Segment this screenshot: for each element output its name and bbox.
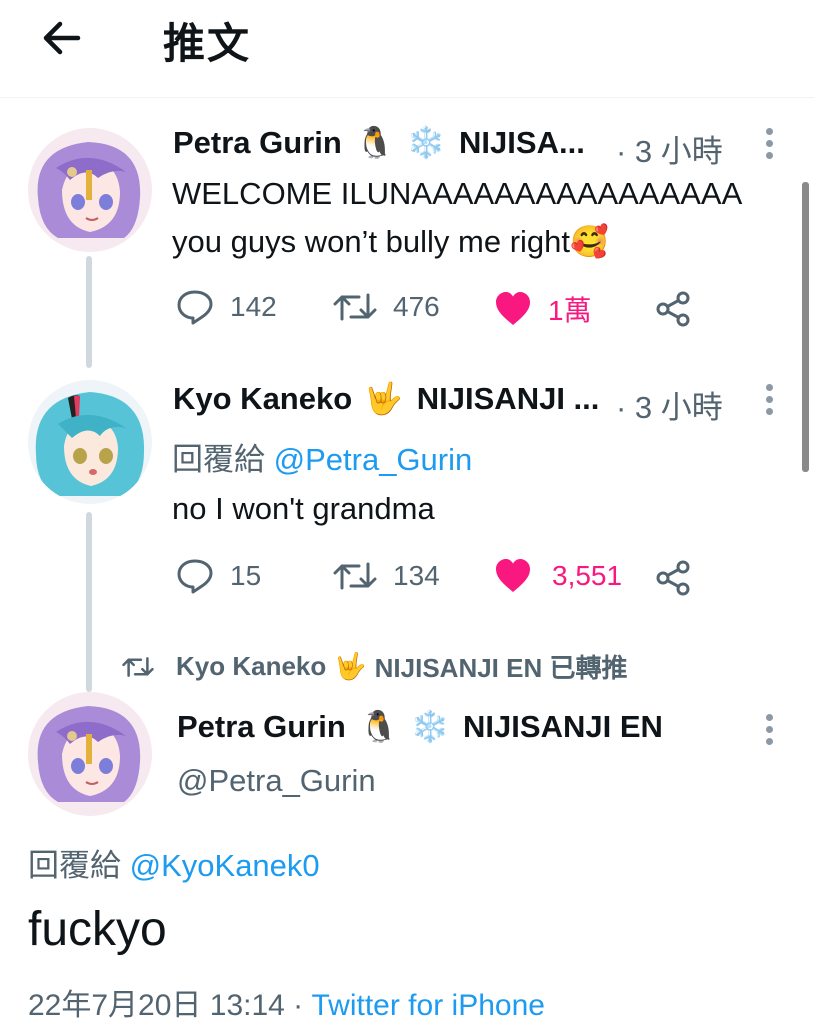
like-button[interactable]: 3,551 <box>494 558 622 594</box>
rock-hand-emoji: 🤟 <box>334 651 367 681</box>
snowflake-emoji: ❄️ <box>410 709 450 744</box>
tweet-time[interactable]: · 3 小時 <box>616 126 723 171</box>
more-options-icon[interactable] <box>764 384 774 418</box>
author-org: NIJISANJI EN <box>463 708 663 744</box>
tweet-text-line: you guys won’t bully me right🥰 <box>172 224 609 259</box>
back-arrow-icon[interactable] <box>38 16 86 60</box>
more-options-icon[interactable] <box>764 714 774 748</box>
like-button[interactable]: 1萬 <box>494 289 592 329</box>
tweet-body: fuckyo <box>28 903 167 956</box>
reply-to-handle[interactable]: @Petra_Gurin <box>274 442 473 477</box>
top-bar: 推文 <box>0 0 814 98</box>
page-title: 推文 <box>163 20 252 67</box>
author-name[interactable]: Petra Gurin <box>177 709 346 745</box>
snowflake-emoji: ❄️ <box>406 125 446 160</box>
reply-to: 回覆給 @Petra_Gurin <box>172 434 472 479</box>
reply-count: 142 <box>230 291 277 322</box>
avatar[interactable] <box>28 128 152 252</box>
retweeter-name: Kyo Kaneko <box>176 651 327 681</box>
thread-line <box>86 512 92 692</box>
heart-icon <box>496 292 530 325</box>
tweet-author[interactable]: Kyo Kaneko 🤟 NIJISANJI ... <box>173 380 599 417</box>
reply-icon <box>177 559 213 594</box>
thread-line <box>86 256 92 368</box>
author-org: NIJISANJI ... <box>416 380 600 416</box>
avatar[interactable] <box>28 380 152 504</box>
reply-count: 15 <box>230 560 262 591</box>
share-icon <box>656 291 690 327</box>
reply-to: 回覆給 @KyoKanek0 <box>28 840 320 885</box>
tweet-text-line: WELCOME ILUNAAAAAAAAAAAAAAAA <box>172 176 743 211</box>
tweet-meta: 22年7月20日 13:14 · Twitter for iPhone <box>28 980 545 1024</box>
retweeted-by-banner[interactable]: Kyo Kaneko 🤟 NIJISANJI EN 已轉推 <box>122 648 627 685</box>
retweet-count: 134 <box>393 560 440 591</box>
retweeted-label: NIJISANJI EN 已轉推 <box>374 653 628 683</box>
retweet-icon <box>122 656 154 677</box>
penguin-emoji: 🐧 <box>355 125 395 160</box>
reply-to-prefix: 回覆給 <box>172 442 265 477</box>
retweet-count: 476 <box>393 291 440 322</box>
retweet-button[interactable]: 134 <box>333 558 440 594</box>
author-handle[interactable]: @Petra_Gurin <box>177 763 376 799</box>
author-org: NIJISA... <box>459 124 585 160</box>
reply-icon <box>177 290 213 325</box>
tweet-source[interactable]: Twitter for iPhone <box>312 989 545 1022</box>
tweet-text-line: no I won't grandma <box>172 491 435 526</box>
author-name[interactable]: Petra Gurin <box>173 125 342 161</box>
share-button[interactable] <box>655 560 691 596</box>
like-count: 3,551 <box>552 560 623 591</box>
tweet-author[interactable]: Petra Gurin 🐧 ❄️ NIJISANJI EN <box>177 708 663 745</box>
share-button[interactable] <box>655 291 691 327</box>
penguin-emoji: 🐧 <box>359 709 399 744</box>
heart-icon <box>496 559 530 592</box>
reply-button[interactable]: 15 <box>176 558 261 594</box>
tweet-date[interactable]: 22年7月20日 13:14 · <box>28 989 303 1022</box>
rock-hand-emoji: 🤟 <box>364 381 403 416</box>
reply-to-handle[interactable]: @KyoKanek0 <box>130 848 320 883</box>
reply-button[interactable]: 142 <box>176 289 277 325</box>
more-options-icon[interactable] <box>764 128 774 162</box>
scrollbar[interactable] <box>802 182 809 472</box>
tweet-time[interactable]: · 3 小時 <box>616 382 723 427</box>
like-count: 1萬 <box>548 295 592 326</box>
retweet-icon <box>333 562 377 590</box>
share-icon <box>656 560 690 596</box>
tweet-author[interactable]: Petra Gurin 🐧 ❄️ NIJISA... <box>173 124 585 161</box>
avatar[interactable] <box>28 692 152 816</box>
retweet-button[interactable]: 476 <box>333 289 440 325</box>
reply-to-prefix: 回覆給 <box>28 848 121 883</box>
retweet-icon <box>333 293 377 321</box>
author-name[interactable]: Kyo Kaneko <box>173 381 352 417</box>
